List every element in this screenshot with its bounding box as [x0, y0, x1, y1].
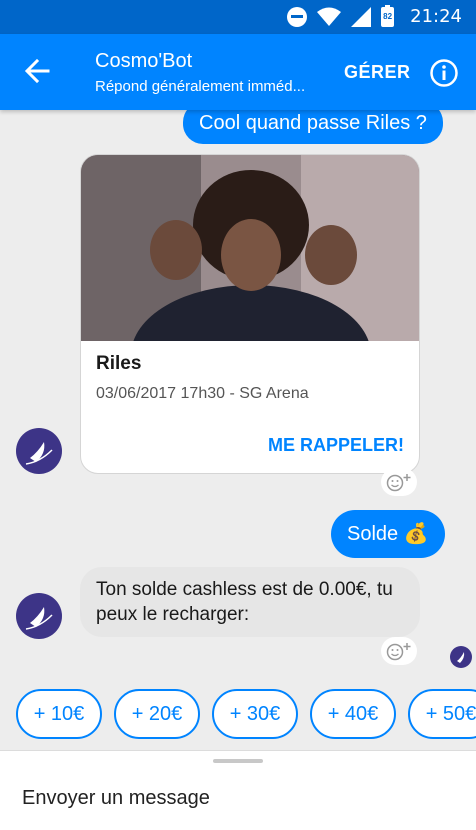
bot-avatar[interactable] [16, 428, 62, 474]
outgoing-message[interactable]: Cool quand passe Riles ? [183, 110, 443, 144]
manage-button[interactable]: GÉRER [344, 62, 411, 83]
battery-icon: 82 [381, 4, 395, 27]
quick-reply-30[interactable]: + 30€ [212, 689, 298, 739]
incoming-message[interactable]: Ton solde cashless est de 0.00€, tu peux… [80, 567, 420, 637]
quick-replies: + 10€ + 20€ + 30€ + 40€ + 50€ [16, 689, 476, 739]
card-title: Riles [96, 353, 142, 374]
event-image [81, 155, 419, 341]
chat-title: Cosmo'Bot [95, 50, 193, 72]
add-reaction-button[interactable] [381, 468, 417, 496]
clock: 21:24 [410, 6, 462, 27]
outgoing-message[interactable]: Solde 💰 [331, 510, 445, 558]
message-list[interactable]: Cool quand passe Riles ? Riles 03/06/201… [0, 110, 476, 750]
event-card[interactable]: Riles 03/06/2017 17h30 - SG Arena ME RAP… [80, 154, 420, 474]
signal-icon [351, 6, 372, 27]
composer: Envoyer un message [0, 750, 476, 830]
quick-reply-20[interactable]: + 20€ [114, 689, 200, 739]
quick-reply-40[interactable]: + 40€ [310, 689, 396, 739]
add-reaction-button[interactable] [381, 637, 417, 665]
battery-level: 82 [383, 11, 393, 21]
info-icon[interactable] [429, 58, 459, 88]
message-input[interactable]: Envoyer un message [22, 787, 210, 810]
do-not-disturb-icon [287, 6, 308, 27]
drag-handle[interactable] [213, 759, 263, 763]
card-subtitle: 03/06/2017 17h30 - SG Arena [96, 385, 309, 402]
quick-reply-10[interactable]: + 10€ [16, 689, 102, 739]
status-bar: 82 21:24 [0, 0, 476, 34]
wifi-icon [317, 7, 342, 26]
remind-me-button[interactable]: ME RAPPELER! [268, 435, 404, 456]
read-receipt-avatar [450, 646, 472, 668]
quick-reply-50[interactable]: + 50€ [408, 689, 476, 739]
chat-subtitle: Répond généralement imméd... [95, 78, 306, 95]
bot-avatar[interactable] [16, 593, 62, 639]
back-arrow-icon[interactable] [22, 56, 52, 86]
app-bar: Cosmo'Bot Répond généralement imméd... G… [0, 34, 476, 110]
